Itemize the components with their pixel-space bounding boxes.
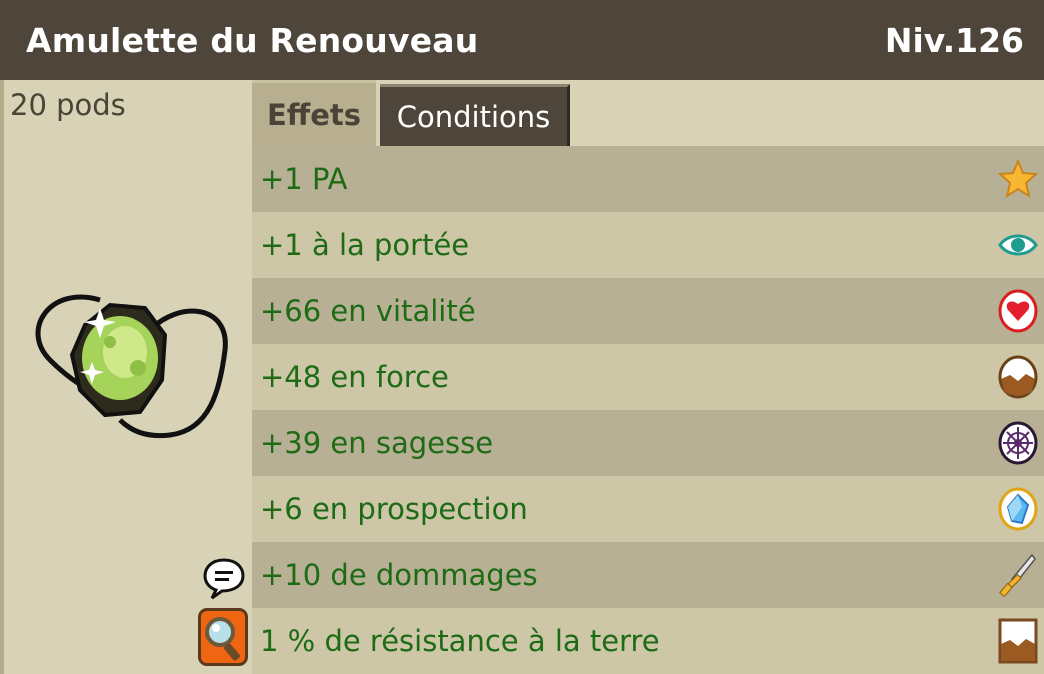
eye-icon [998, 225, 1038, 265]
effect-text: +10 de dommages [260, 558, 538, 592]
effect-row-pa: +1 PA [252, 146, 1044, 212]
effect-row-prospection: +6 en prospection [252, 476, 1044, 542]
earth-strength-icon [998, 355, 1038, 399]
heart-icon [998, 289, 1038, 333]
effect-text: +66 en vitalité [260, 294, 476, 328]
magnifier-icon [205, 617, 241, 661]
effect-row-vitality: +66 en vitalité [252, 278, 1044, 344]
item-name: Amulette du Renouveau [26, 20, 479, 60]
tab-conditions[interactable]: Conditions [380, 84, 570, 146]
amulet-image [35, 294, 228, 439]
tab-bar: Effets Conditions [252, 80, 570, 146]
effect-text: +1 à la portée [260, 228, 470, 262]
wisdom-icon [998, 421, 1038, 465]
effects-list: +1 PA +1 à la portée +66 en vitalité +48… [252, 146, 1044, 674]
effect-text: +6 en prospection [260, 492, 528, 526]
item-preview-panel: 20 pods [0, 80, 252, 674]
item-weight: 20 pods [10, 88, 126, 122]
item-level: Niv.126 [884, 20, 1024, 60]
effect-row-range: +1 à la portée [252, 212, 1044, 278]
sword-icon [998, 553, 1038, 597]
effect-row-wisdom: +39 en sagesse [252, 410, 1044, 476]
effect-text: +1 PA [260, 162, 348, 196]
star-icon [998, 159, 1038, 199]
prospection-gem-icon [998, 487, 1038, 531]
item-header: Amulette du Renouveau Niv.126 [0, 0, 1044, 80]
earth-resistance-icon [998, 618, 1038, 664]
effect-text: +39 en sagesse [260, 426, 494, 460]
effect-text: +48 en force [260, 360, 449, 394]
tab-effets[interactable]: Effets [252, 80, 376, 146]
inspect-button[interactable] [198, 608, 248, 666]
effect-text: 1 % de résistance à la terre [260, 624, 660, 658]
effect-row-damage: +10 de dommages [252, 542, 1044, 608]
effect-row-earth-resistance: 1 % de résistance à la terre [252, 608, 1044, 674]
chat-link-icon[interactable] [202, 556, 246, 600]
effect-row-strength: +48 en force [252, 344, 1044, 410]
